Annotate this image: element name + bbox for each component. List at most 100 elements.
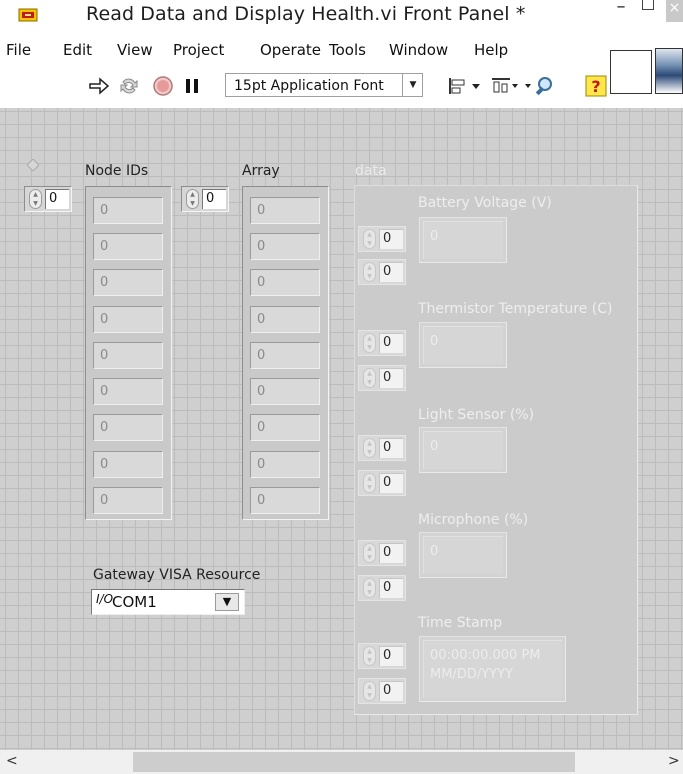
increment-decrement-icon[interactable]: ▲ ▼	[186, 189, 199, 209]
maximize-button[interactable]	[641, 0, 655, 12]
time-stamp-value[interactable]: 00:00:00.000 PM MM/DD/YYYY	[423, 640, 562, 698]
microphone-value[interactable]: 0	[423, 536, 503, 574]
thermistor-temperature-value[interactable]: 0	[423, 326, 503, 364]
close-button[interactable]: ×	[666, 0, 683, 22]
microphone-index-1-value[interactable]: 0	[379, 543, 403, 563]
time-stamp-array[interactable]: 00:00:00.000 PM MM/DD/YYYY	[419, 636, 566, 702]
menu-operate[interactable]: Operate	[260, 41, 321, 59]
menu-help[interactable]: Help	[474, 41, 508, 59]
font-selector[interactable]: 15pt Application Font	[225, 73, 423, 97]
pause-icon[interactable]	[180, 74, 204, 98]
array-control[interactable]: 0 0 0 0 0 0 0 0 0	[242, 186, 329, 520]
light-index-2-value[interactable]: 0	[379, 473, 403, 493]
thermistor-index-1[interactable]: ▲ ▼ 0	[358, 330, 406, 356]
increment-decrement-icon[interactable]: ▲ ▼	[363, 262, 376, 282]
context-help-icon[interactable]: ?	[584, 74, 608, 98]
array-index-value[interactable]: 0	[202, 189, 226, 209]
align-objects-icon[interactable]	[446, 74, 486, 98]
chevron-down-icon[interactable]: ▼	[402, 74, 423, 96]
gateway-visa-resource-control[interactable]: I/O COM1 ▼	[91, 589, 245, 615]
node-id-element[interactable]: 0	[93, 378, 163, 405]
microphone-index-1[interactable]: ▲ ▼ 0	[358, 540, 406, 566]
increment-decrement-icon[interactable]: ▲ ▼	[363, 473, 376, 493]
horizontal-scrollbar[interactable]: < >	[0, 750, 683, 774]
microphone-array[interactable]: 0	[419, 532, 507, 578]
menu-file[interactable]: File	[6, 41, 31, 59]
light-index-1-value[interactable]: 0	[379, 438, 403, 458]
scroll-left-icon[interactable]: <	[6, 753, 18, 769]
zoom-icon[interactable]	[523, 74, 563, 98]
node-id-element[interactable]: 0	[93, 342, 163, 369]
array-element[interactable]: 0	[250, 342, 320, 369]
battery-voltage-value[interactable]: 0	[423, 221, 503, 259]
node-id-element[interactable]: 0	[93, 233, 163, 260]
run-arrow-icon[interactable]	[87, 74, 111, 98]
array-element[interactable]: 0	[250, 269, 320, 296]
scrollbar-thumb[interactable]	[133, 752, 575, 772]
increment-decrement-icon[interactable]: ▲ ▼	[363, 543, 376, 563]
time-stamp-index-1[interactable]: ▲ ▼ 0	[358, 643, 406, 669]
menu-window[interactable]: Window	[389, 41, 448, 59]
thermistor-temperature-array[interactable]: 0	[419, 322, 507, 368]
microphone-index-2-value[interactable]: 0	[379, 578, 403, 598]
node-id-element[interactable]: 0	[93, 269, 163, 296]
io-icon: I/O	[96, 592, 114, 606]
light-index-1[interactable]: ▲ ▼ 0	[358, 435, 406, 461]
increment-decrement-icon[interactable]: ▲ ▼	[29, 189, 42, 209]
visa-resource-value[interactable]: COM1	[112, 593, 157, 611]
battery-index-2-value[interactable]: 0	[379, 262, 403, 282]
array-element[interactable]: 0	[250, 414, 320, 441]
battery-index-1[interactable]: ▲ ▼ 0	[358, 226, 406, 252]
node-id-element[interactable]: 0	[93, 306, 163, 333]
run-continuously-icon[interactable]	[117, 74, 141, 98]
node-id-element[interactable]: 0	[93, 487, 163, 514]
menu-tools[interactable]: Tools	[329, 41, 366, 59]
menu-view[interactable]: View	[117, 41, 153, 59]
array-element[interactable]: 0	[250, 487, 320, 514]
node-ids-index-value[interactable]: 0	[45, 189, 69, 209]
light-sensor-array[interactable]: 0	[419, 427, 507, 473]
time-stamp-index-1-value[interactable]: 0	[379, 646, 403, 666]
time-stamp-index-2[interactable]: ▲ ▼ 0	[358, 678, 406, 704]
thermistor-index-2[interactable]: ▲ ▼ 0	[358, 365, 406, 391]
battery-index-2[interactable]: ▲ ▼ 0	[358, 259, 406, 285]
node-id-element[interactable]: 0	[93, 197, 163, 224]
node-ids-array[interactable]: 0 0 0 0 0 0 0 0 0	[85, 186, 172, 520]
context-help-window[interactable]	[610, 50, 652, 94]
scroll-right-icon[interactable]: >	[668, 753, 680, 769]
light-sensor-value[interactable]: 0	[423, 431, 503, 469]
thermistor-index-1-value[interactable]: 0	[379, 333, 403, 353]
minimize-button[interactable]: –	[612, 0, 630, 20]
node-ids-index[interactable]: ▲ ▼ 0	[24, 186, 72, 212]
battery-voltage-array[interactable]: 0	[419, 217, 507, 263]
vi-icon[interactable]	[655, 48, 683, 94]
node-id-element[interactable]: 0	[93, 451, 163, 478]
node-id-element[interactable]: 0	[93, 414, 163, 441]
thermistor-index-2-value[interactable]: 0	[379, 368, 403, 388]
array-element[interactable]: 0	[250, 197, 320, 224]
increment-decrement-icon[interactable]: ▲ ▼	[363, 368, 376, 388]
time-stamp-time: 00:00:00.000 PM	[430, 648, 541, 663]
chevron-down-icon[interactable]: ▼	[215, 593, 239, 611]
array-element[interactable]: 0	[250, 306, 320, 333]
microphone-label: Microphone (%)	[418, 512, 529, 528]
increment-decrement-icon[interactable]: ▲ ▼	[363, 578, 376, 598]
distribute-objects-icon[interactable]	[490, 74, 520, 98]
increment-decrement-icon[interactable]: ▲ ▼	[363, 229, 376, 249]
increment-decrement-icon[interactable]: ▲ ▼	[363, 681, 376, 701]
time-stamp-index-2-value[interactable]: 0	[379, 681, 403, 701]
increment-decrement-icon[interactable]: ▲ ▼	[363, 333, 376, 353]
microphone-index-2[interactable]: ▲ ▼ 0	[358, 575, 406, 601]
increment-decrement-icon[interactable]: ▲ ▼	[363, 438, 376, 458]
labview-app-icon[interactable]	[18, 7, 38, 23]
menu-project[interactable]: Project	[173, 41, 224, 59]
menu-edit[interactable]: Edit	[63, 41, 92, 59]
array-element[interactable]: 0	[250, 233, 320, 260]
abort-icon[interactable]	[151, 74, 175, 98]
array-index[interactable]: ▲ ▼ 0	[181, 186, 229, 212]
increment-decrement-icon[interactable]: ▲ ▼	[363, 646, 376, 666]
battery-index-1-value[interactable]: 0	[379, 229, 403, 249]
array-element[interactable]: 0	[250, 378, 320, 405]
array-element[interactable]: 0	[250, 451, 320, 478]
light-index-2[interactable]: ▲ ▼ 0	[358, 470, 406, 496]
